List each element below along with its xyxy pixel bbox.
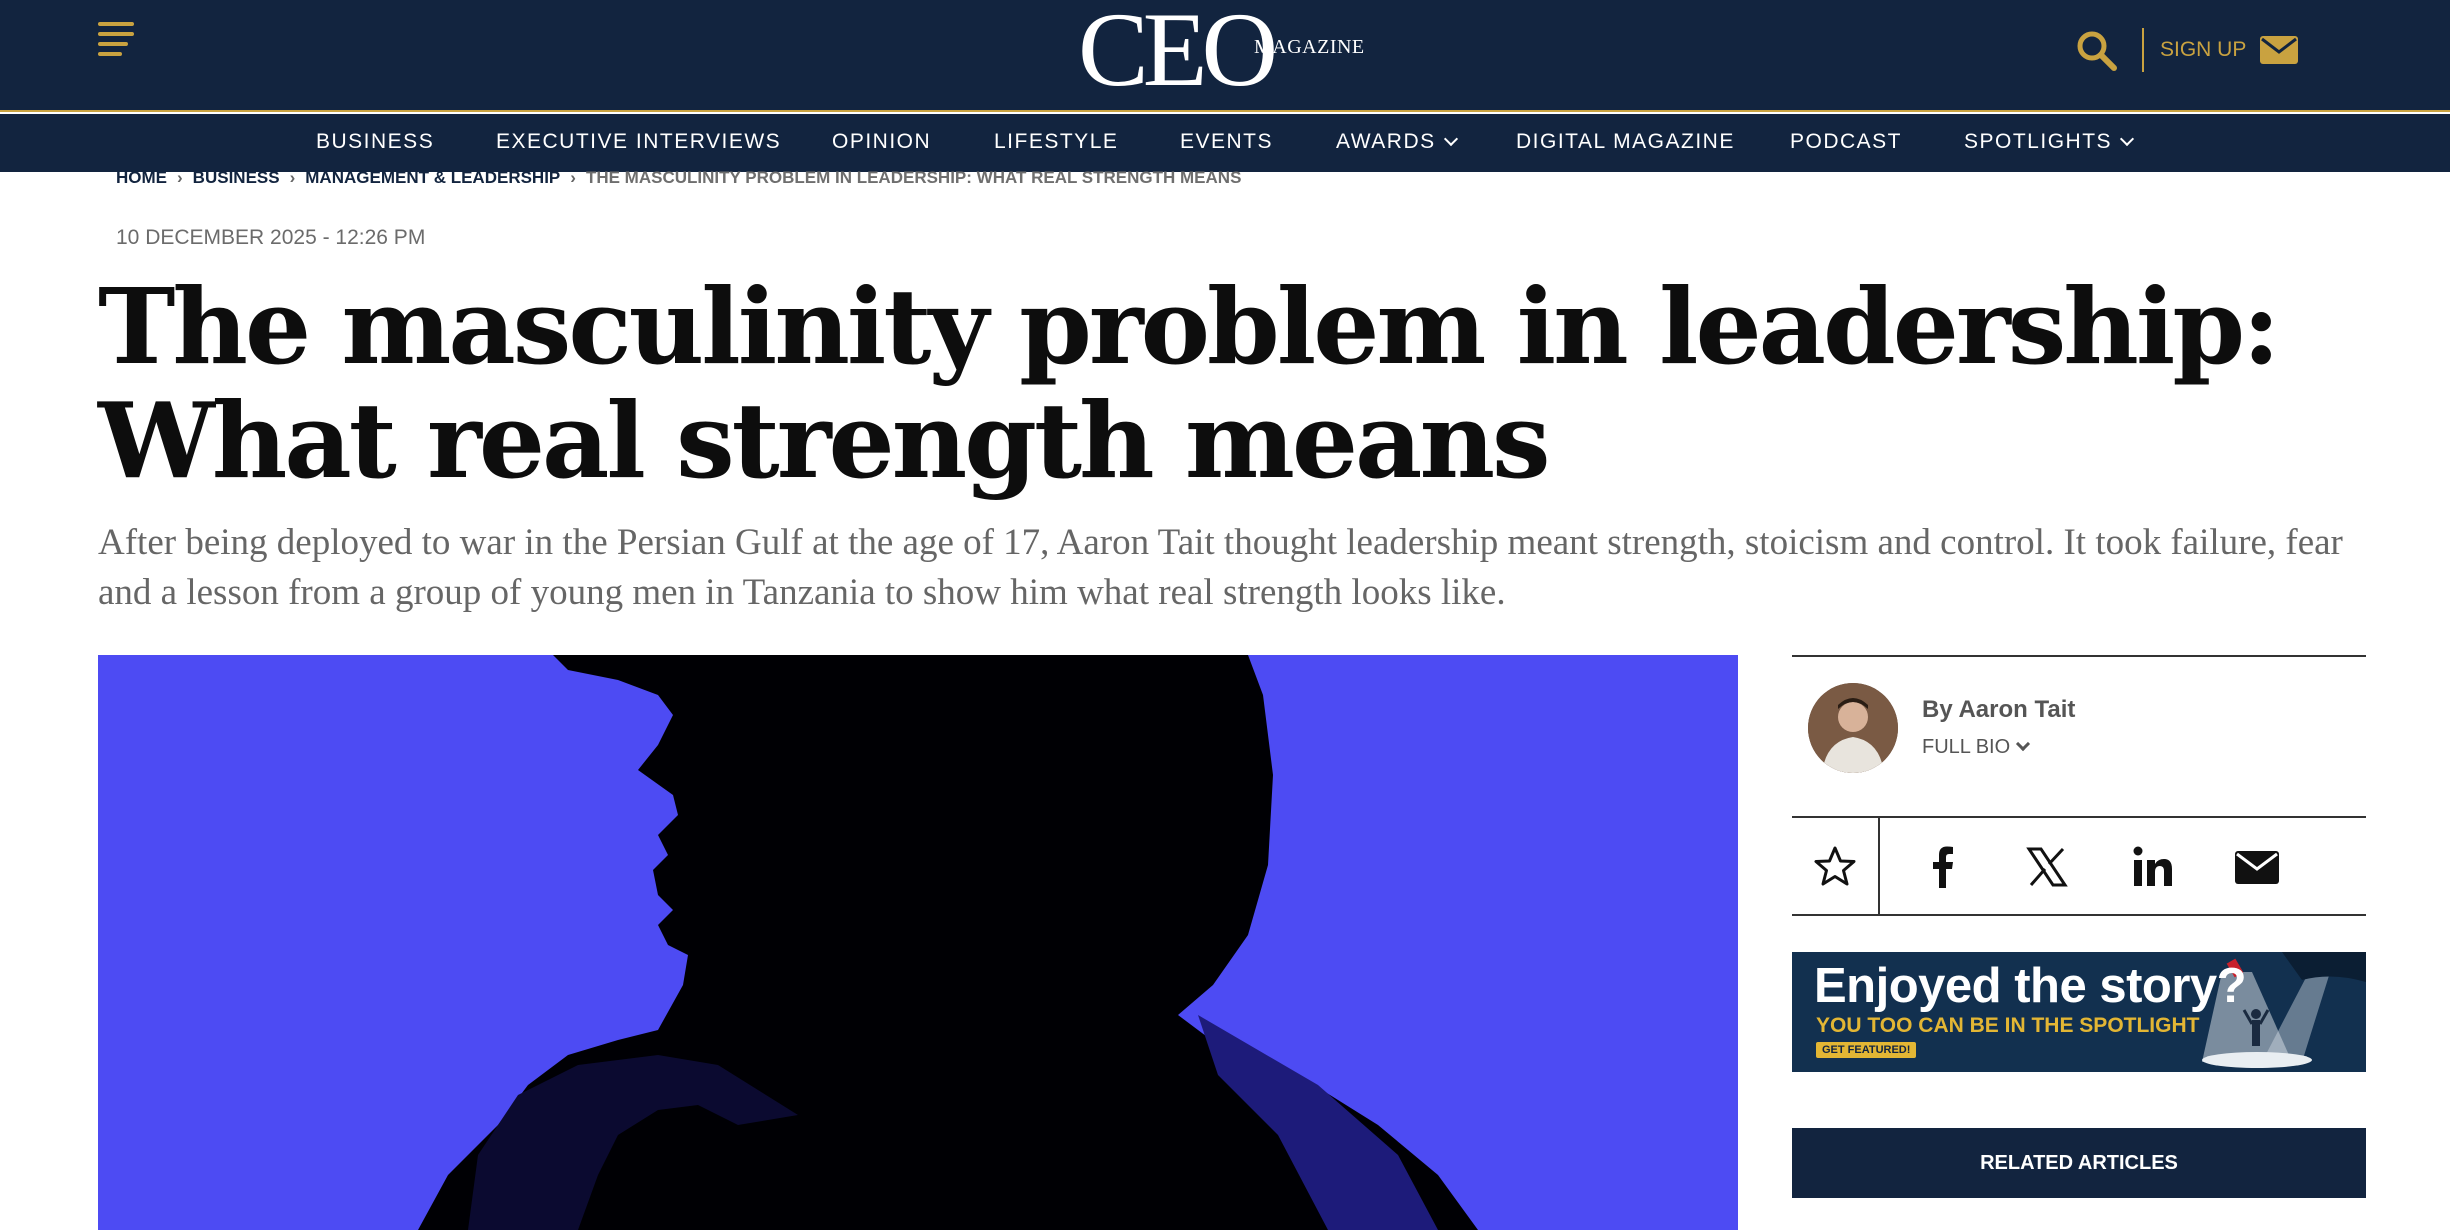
linkedin-icon[interactable] [2130, 844, 2176, 890]
breadcrumb-separator: › [570, 168, 576, 187]
nav-label: OPINION [832, 130, 932, 153]
signup-label: SIGN UP [2160, 38, 2247, 61]
share-divider [1878, 818, 1880, 916]
mail-icon [2260, 36, 2299, 64]
full-bio-toggle[interactable]: FULL BIO [1922, 736, 2031, 759]
promo-banner[interactable]: Enjoyed the story? YOU TOO CAN BE IN THE… [1792, 952, 2366, 1072]
breadcrumb-home[interactable]: HOME [116, 168, 167, 187]
breadcrumb: HOME › BUSINESS › MANAGEMENT & LEADERSHIP › TH… [116, 168, 1241, 188]
star-icon[interactable] [1812, 844, 1858, 890]
nav-label: PODCAST [1790, 130, 1903, 153]
nav-label: LIFESTYLE [994, 130, 1119, 153]
breadcrumb-business[interactable]: BUSINESS [193, 168, 280, 187]
nav-item-digital-magazine[interactable]: DIGITAL MAGAZINE [1516, 114, 1735, 172]
share-bar [1792, 818, 2366, 916]
menu-icon[interactable] [98, 22, 134, 58]
get-featured-button[interactable]: GET FEATURED! [1816, 1042, 1917, 1058]
nav-item-business[interactable]: BUSINESS [316, 114, 434, 172]
full-bio-label: FULL BIO [1922, 736, 2011, 758]
x-icon[interactable] [2024, 844, 2070, 890]
header-divider [2142, 28, 2144, 72]
nav-label: SPOTLIGHTS [1964, 130, 2113, 153]
nav-item-podcast[interactable]: PODCAST [1790, 114, 1902, 172]
logo-main-text: CEO [1078, 0, 1278, 108]
author-avatar[interactable] [1808, 683, 1898, 773]
promo-title: Enjoyed the story? [1814, 959, 2247, 1013]
main-nav: BUSINESS EXECUTIVE INTERVIEWS OPINION LI… [0, 114, 2450, 172]
site-logo[interactable]: CEO MAGAZINE [1078, 0, 1365, 108]
silhouette-image [418, 655, 1478, 1230]
breadcrumb-current: THE MASCULINITY PROBLEM IN LEADERSHIP: W… [585, 168, 1242, 187]
breadcrumb-separator: › [289, 168, 296, 187]
nav-label: DIGITAL MAGAZINE [1516, 130, 1735, 153]
article-headline: The masculinity problem in leadership: W… [98, 265, 2280, 502]
related-articles-header[interactable]: RELATED ARTICLES [1792, 1128, 2366, 1198]
nav-item-opinion[interactable]: OPINION [832, 114, 931, 172]
chevron-down-icon [2119, 131, 2135, 147]
hero-image [98, 655, 1738, 1230]
site-header: CEO MAGAZINE SIGN UP [0, 0, 2450, 112]
nav-label: EXECUTIVE INTERVIEWS [496, 130, 782, 153]
chevron-down-icon [2016, 736, 2031, 751]
signup-button[interactable]: SIGN UP [2160, 36, 2299, 64]
sidebar-divider [1792, 655, 2366, 657]
breadcrumb-management-leadership[interactable]: MANAGEMENT & LEADERSHIP [305, 168, 560, 187]
nav-label: EVENTS [1180, 130, 1274, 153]
article-standfirst: After being deployed to war in the Persi… [98, 522, 2343, 613]
nav-item-lifestyle[interactable]: LIFESTYLE [994, 114, 1118, 172]
article-date: 10 DECEMBER 2025 - 12:26 PM [116, 226, 426, 249]
nav-item-executive-interviews[interactable]: EXECUTIVE INTERVIEWS [496, 114, 781, 172]
sidebar-divider [1792, 914, 2366, 916]
author-byline[interactable]: By Aaron Tait [1922, 696, 2075, 724]
nav-label: AWARDS [1336, 130, 1436, 153]
logo-sub-text: MAGAZINE [1254, 36, 1365, 58]
nav-item-spotlights[interactable]: SPOTLIGHTS [1964, 114, 2135, 172]
email-icon[interactable] [2234, 844, 2280, 890]
nav-item-events[interactable]: EVENTS [1180, 114, 1273, 172]
author-photo [1808, 683, 1898, 773]
nav-label: BUSINESS [316, 130, 435, 153]
search-icon[interactable] [2074, 28, 2118, 72]
chevron-down-icon [1443, 131, 1458, 147]
facebook-icon[interactable] [1920, 844, 1966, 890]
promo-subtitle: YOU TOO CAN BE IN THE SPOTLIGHT [1816, 1014, 2200, 1037]
breadcrumb-separator: › [177, 168, 183, 187]
nav-item-awards[interactable]: AWARDS [1336, 114, 1458, 172]
